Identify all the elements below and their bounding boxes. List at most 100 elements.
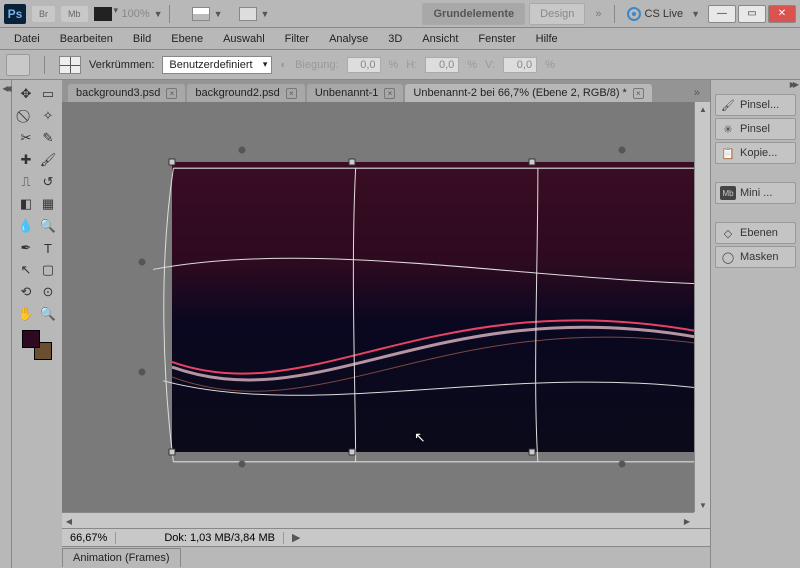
menu-3d[interactable]: 3D	[378, 30, 412, 48]
gradient-tool[interactable]: ▦	[38, 194, 58, 214]
panel-ebenen[interactable]: ◇Ebenen	[715, 222, 796, 244]
scroll-down-icon[interactable]: ▼	[695, 498, 710, 512]
tab-unbenannt1[interactable]: Unbenannt-1×	[307, 84, 404, 102]
workspace-secondary[interactable]: Design	[529, 3, 585, 25]
eyedropper-tool[interactable]: ✎	[38, 128, 58, 148]
warp-handle[interactable]	[349, 449, 356, 456]
warp-anchor[interactable]	[139, 259, 146, 266]
move-tool[interactable]: ✥	[16, 84, 36, 104]
close-icon[interactable]: ×	[384, 88, 395, 99]
v-label: V:	[485, 59, 495, 71]
cslive-button[interactable]: CS Live ▼	[627, 7, 700, 21]
warp-grid-icon[interactable]	[59, 56, 81, 74]
close-icon[interactable]: ×	[166, 88, 177, 99]
close-icon[interactable]: ×	[633, 88, 644, 99]
pct1: %	[389, 59, 399, 71]
warp-anchor[interactable]	[139, 369, 146, 376]
menu-bild[interactable]: Bild	[123, 30, 161, 48]
warp-anchor[interactable]	[239, 147, 246, 154]
warp-preset-dropdown[interactable]: Benutzerdefiniert	[162, 56, 272, 74]
type-tool[interactable]: T	[38, 238, 58, 258]
workspace-more-icon[interactable]: »	[589, 6, 607, 22]
h-field[interactable]: 0,0	[425, 57, 459, 73]
document-tabs: background3.psd× background2.psd× Unbena…	[62, 80, 710, 102]
h-label: H:	[406, 59, 417, 71]
warp-anchor[interactable]	[619, 147, 626, 154]
camera-tool[interactable]: ⊙	[38, 282, 58, 302]
minimize-button[interactable]: —	[708, 5, 736, 23]
menu-ebene[interactable]: Ebene	[161, 30, 213, 48]
tabs-overflow-icon[interactable]: »	[684, 84, 710, 102]
tab-background3[interactable]: background3.psd×	[68, 84, 185, 102]
menu-hilfe[interactable]: Hilfe	[526, 30, 568, 48]
crop-tool[interactable]: ✂	[16, 128, 36, 148]
menu-auswahl[interactable]: Auswahl	[213, 30, 275, 48]
warp-handle[interactable]	[169, 159, 176, 166]
dodge-tool[interactable]: 🔍	[38, 216, 58, 236]
path-tool[interactable]: ↖	[16, 260, 36, 280]
doc-arrange-icon[interactable]	[94, 7, 112, 21]
v-field[interactable]: 0,0	[503, 57, 537, 73]
workspace-primary[interactable]: Grundelemente	[422, 3, 525, 25]
screen-mode-icon[interactable]	[239, 7, 257, 21]
bend-field[interactable]: 0,0	[347, 57, 381, 73]
status-menu-icon[interactable]: ▶	[284, 531, 308, 544]
menu-fenster[interactable]: Fenster	[468, 30, 525, 48]
tool-preset-button[interactable]	[6, 54, 30, 76]
tab-unbenannt2[interactable]: Unbenannt-2 bei 66,7% (Ebene 2, RGB/8) *…	[405, 84, 651, 102]
maximize-button[interactable]: ▭	[738, 5, 766, 23]
warp-anchor[interactable]	[239, 461, 246, 468]
close-icon[interactable]: ×	[286, 88, 297, 99]
menu-analyse[interactable]: Analyse	[319, 30, 378, 48]
3d-tool[interactable]: ⟲	[16, 282, 36, 302]
vertical-scrollbar[interactable]: ▲ ▼	[694, 102, 710, 512]
menu-filter[interactable]: Filter	[275, 30, 319, 48]
history-brush-tool[interactable]: ↺	[38, 172, 58, 192]
pen-tool[interactable]: ✒	[16, 238, 36, 258]
shape-tool[interactable]: ▢	[38, 260, 58, 280]
close-button[interactable]: ✕	[768, 5, 796, 23]
canvas[interactable]: ↖ ▲ ▼ ◀ ▶	[62, 102, 710, 528]
eraser-tool[interactable]: ◧	[16, 194, 36, 214]
stamp-tool[interactable]: ⎍	[16, 172, 36, 192]
view-mode-icon[interactable]	[192, 7, 210, 21]
tab-background2[interactable]: background2.psd×	[187, 84, 304, 102]
panel-pinsel[interactable]: ✳Pinsel	[715, 118, 796, 140]
warp-handle[interactable]	[529, 159, 536, 166]
color-swatches[interactable]	[22, 330, 52, 360]
minibridge-button[interactable]: Mb	[61, 6, 88, 22]
collapse-right-icon[interactable]: ▶▶	[790, 80, 796, 90]
panel-pinsel-preset[interactable]: 🖌Pinsel...	[715, 94, 796, 116]
warp-handle[interactable]	[349, 159, 356, 166]
scroll-up-icon[interactable]: ▲	[695, 102, 710, 116]
menu-datei[interactable]: Datei	[4, 30, 50, 48]
wand-tool[interactable]: ✧	[38, 106, 58, 126]
horizontal-scrollbar[interactable]: ◀ ▶	[62, 512, 694, 528]
warp-anchor[interactable]	[619, 461, 626, 468]
scroll-left-icon[interactable]: ◀	[62, 513, 76, 528]
warp-handle[interactable]	[169, 449, 176, 456]
panel-label: Pinsel	[740, 123, 770, 135]
menu-ansicht[interactable]: Ansicht	[412, 30, 468, 48]
panel-masken[interactable]: ◯Masken	[715, 246, 796, 268]
menu-bearbeiten[interactable]: Bearbeiten	[50, 30, 123, 48]
warp-handle[interactable]	[529, 449, 536, 456]
chevron-down-icon[interactable]: ▼	[154, 9, 163, 19]
scroll-right-icon[interactable]: ▶	[680, 513, 694, 528]
brush-tool[interactable]: 🖌	[38, 150, 58, 170]
lasso-tool[interactable]: ⃠	[16, 106, 36, 126]
bridge-button[interactable]: Br	[32, 6, 55, 22]
blur-tool[interactable]: 💧	[16, 216, 36, 236]
heal-tool[interactable]: ✚	[16, 150, 36, 170]
zoom-tool[interactable]: 🔍	[38, 304, 58, 324]
status-zoom[interactable]: 66,67%	[62, 532, 116, 544]
hand-tool[interactable]: ✋	[16, 304, 36, 324]
panel-minibridge[interactable]: MbMini ...	[715, 182, 796, 204]
right-panels: ▶▶ 🖌Pinsel... ✳Pinsel 📋Kopie... MbMini .…	[710, 80, 800, 568]
animation-panel-tab[interactable]: Animation (Frames)	[62, 548, 181, 567]
fg-color-swatch[interactable]	[22, 330, 40, 348]
bend-label: Biegung:	[295, 59, 338, 71]
panel-kopie[interactable]: 📋Kopie...	[715, 142, 796, 164]
marquee-tool[interactable]: ▭	[38, 84, 58, 104]
collapse-left-icon[interactable]: ◀◀	[2, 84, 8, 93]
